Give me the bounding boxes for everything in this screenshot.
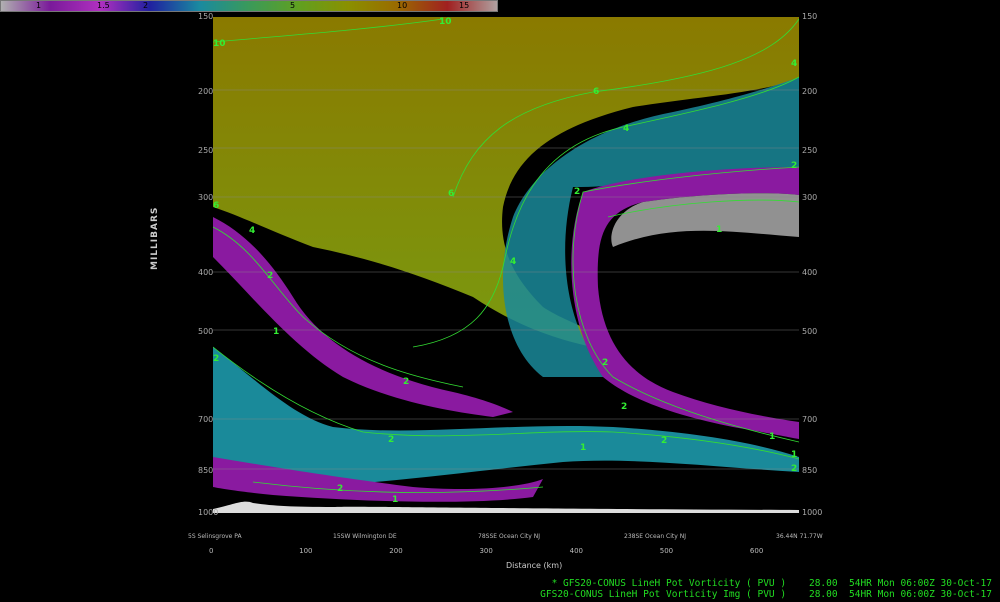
contour-label: 2 [574,187,580,197]
y-tick-label: 500 [198,326,214,336]
y-tick-label: 300 [802,193,818,203]
y-tick-label: 1000 [802,508,823,517]
x-tick-label: 300 [479,547,493,555]
contour-label: 4 [510,257,516,267]
contour-label: 4 [249,226,255,236]
y-tick-label: 250 [802,145,818,155]
contour-label: 1 [392,495,398,505]
y-tick-label: 400 [198,268,214,278]
contour-label: 2 [213,354,219,364]
x-tick-label: 600 [749,547,764,555]
y-tick-label: 700 [802,414,818,424]
contour-label: 1 [791,450,797,460]
contour-label: 1 [580,443,586,453]
colorbar-label: 15 [459,1,470,10]
colorbar-label: 1.5 [97,1,110,10]
contour-label: 2 [661,436,667,446]
y-tick-label: 850 [198,465,214,475]
status-line-2: GFS20-CONUS LineH Pot Vorticity Img ( PV… [540,589,992,600]
y-tick-label: 700 [198,414,214,424]
x-location-label: 78SSE Ocean City NJ [478,533,540,540]
y-axis-title: MILLIBARS [150,206,160,270]
x-location-label: 238SE Ocean City NJ [624,533,686,540]
colorbar-label: 5 [290,1,296,10]
contour-label: 6 [593,87,599,97]
y-tick-label: 200 [198,87,214,97]
contour-label: 2 [403,377,409,387]
y-tick-label: 250 [198,145,214,155]
x-tick-label: 100 [299,547,313,555]
contour-label: 10 [213,39,226,49]
contour-label: 2 [791,161,797,171]
contour-label: 2 [791,464,797,474]
x-location-label: 15SW Wilmington DE [333,533,397,540]
y-tick-label: 150 [198,12,214,21]
contour-label: 2 [602,358,608,368]
contour-label: 4 [623,124,629,134]
contour-label: 1 [769,432,775,442]
contour-label: 2 [388,435,394,445]
status-line-1: * GFS20-CONUS LineH Pot Vorticity ( PVU … [551,578,992,589]
contour-label: 4 [791,59,797,69]
contour-label: 2 [267,271,273,281]
colorbar: 1 1.5 2 5 10 15 [0,0,498,12]
colorbar-label: 2 [143,1,149,10]
contour-label: 1 [273,327,279,337]
contour-label: 10 [439,17,452,27]
colorbar-label: 1 [36,1,42,10]
contour-label: 1 [716,225,722,235]
y-tick-label: 150 [802,12,818,21]
contour-label: 2 [337,484,343,494]
contour-label: 2 [621,402,627,412]
y-tick-label: 200 [802,87,818,97]
y-tick-label: 400 [802,268,818,278]
x-tick-label: 200 [389,547,403,555]
contour-label: 6 [448,189,454,199]
x-location-label: 5S Selinsgrove PA [188,533,242,540]
plot-area: 10 10 4 6 4 2 6 6 4 4 2 2 1 1 2 2 2 1 2 1 2 2 2 1 2 1 [213,17,799,513]
pv-cross-section: 10 10 4 6 4 2 6 6 4 4 2 2 1 1 2 2 2 1 2 1 2 2 2 1 2 1 [213,17,799,513]
colorbar-label: 10 [397,1,408,10]
y-tick-label: 850 [802,465,818,475]
x-tick-label: 0 [209,547,214,555]
y-tick-label: 500 [802,326,818,336]
x-tick-label: 500 [659,547,674,555]
x-location-label: 36.44N 71.77W [776,533,823,540]
y-tick-label: 1000 [198,508,219,517]
x-tick-label: 400 [569,547,583,555]
y-tick-label: 300 [198,193,214,203]
x-axis-title: Distance (km) [506,561,563,570]
contour-label: 6 [213,201,219,211]
